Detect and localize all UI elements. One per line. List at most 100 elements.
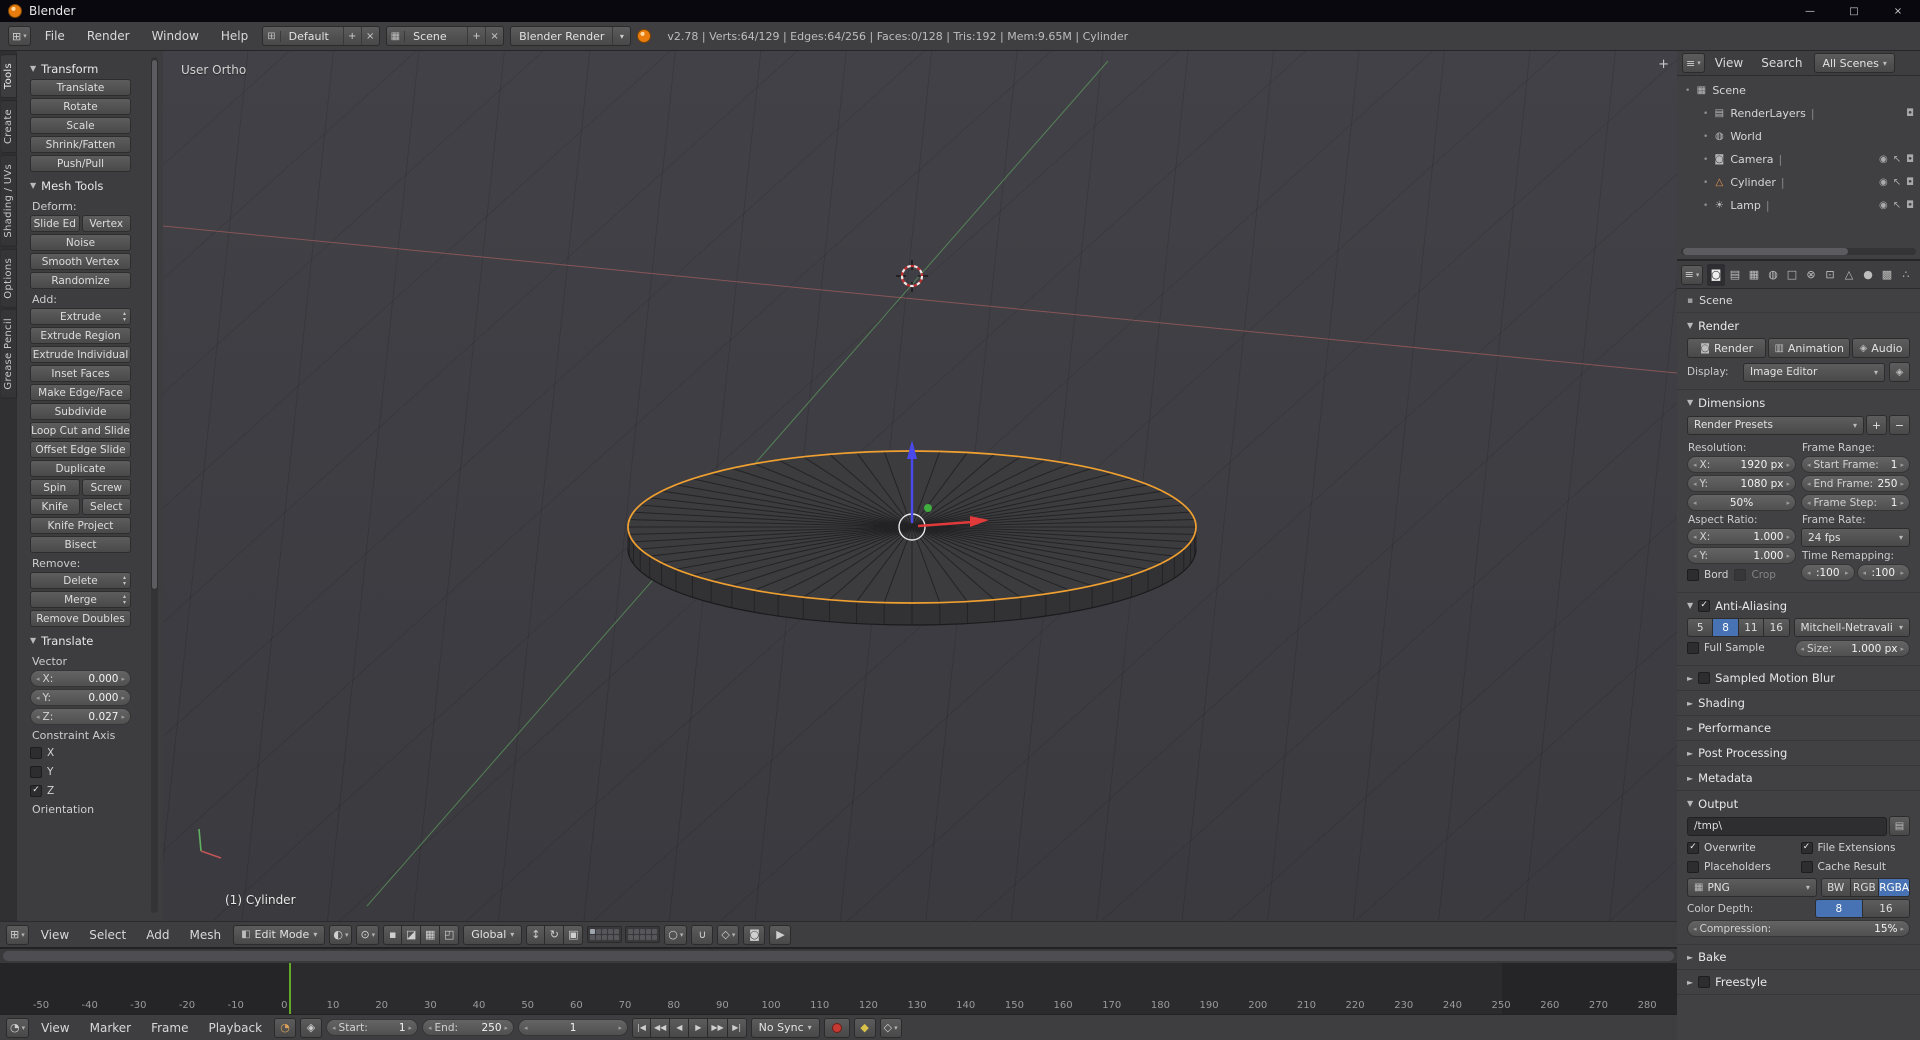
decrement-icon[interactable]: ◂ [1693,461,1697,469]
outliner-row-lamp[interactable]: • ☀ Lamp | ◉ ↖ ◘ [1677,194,1920,217]
tool-tab-create[interactable]: Create [1,100,17,154]
select-button[interactable]: Select [81,498,131,515]
render-toggle-icon[interactable]: ◘ [1906,177,1914,188]
audio-button[interactable]: ◈ Audio [1852,338,1910,358]
decrement-icon[interactable]: ◂ [332,1024,336,1032]
merge-menu-button[interactable]: Merge ▴ ▾ [30,591,131,608]
decrement-icon[interactable]: ◂ [36,694,40,702]
color-depth-8-button[interactable]: 8 [1814,899,1863,918]
opengl-render-anim-button[interactable]: ▶ [769,924,792,945]
remove-doubles-button[interactable]: Remove Doubles [30,610,131,627]
properties-tab-particles[interactable]: ∴ [1897,264,1915,286]
remove-preset-button[interactable]: − [1889,415,1910,435]
increment-icon[interactable]: ▸ [1900,645,1904,653]
maximize-button[interactable]: □ [1832,0,1876,22]
increment-icon[interactable]: ▸ [1900,569,1904,577]
increment-icon[interactable]: ▸ [121,675,125,683]
next-keyframe-button[interactable]: ▶▶ [708,1017,728,1038]
display-extra-button[interactable]: ◈ [1889,362,1910,382]
expand-dot-icon[interactable]: • [1703,132,1708,142]
resolution-scale-slider[interactable]: ◂ 50% ▸ [1687,494,1796,511]
inset-faces-button[interactable]: Inset Faces [30,365,131,382]
decrement-icon[interactable]: ◂ [1693,552,1697,560]
properties-tab-constraints[interactable]: ⊗ [1802,264,1820,286]
aspect-x-field[interactable]: ◂ X: 1.000 ▸ [1687,528,1796,545]
vertex-button[interactable]: Vertex [81,215,131,232]
browse-folder-button[interactable]: ▤ [1889,816,1910,836]
spin-button[interactable]: Spin [30,479,80,496]
decrement-icon[interactable]: ◂ [36,675,40,683]
extrude-individual-button[interactable]: Extrude Individual [30,346,131,363]
render-toggle-icon[interactable]: ◘ [1906,108,1914,119]
compression-slider[interactable]: ◂ Compression: 15% ▸ [1687,920,1910,937]
minimize-button[interactable]: — [1788,0,1832,22]
color-mode-rgba-button[interactable]: RGBA [1879,878,1911,897]
decrement-icon[interactable]: ◂ [36,713,40,721]
antialiasing-checkbox[interactable]: ✓ [1698,599,1711,612]
mesh-tools-panel-header[interactable]: ▼ Mesh Tools [30,175,131,196]
select-toggle-icon[interactable]: ↖ [1893,154,1901,165]
color-mode-rgb-button[interactable]: RGB [1850,878,1880,897]
increment-icon[interactable]: ▸ [619,1024,623,1032]
editor-type-button[interactable]: ⊞ ▾ [6,924,29,945]
decrement-icon[interactable]: ◂ [1801,645,1805,653]
layer-toggle[interactable] [590,929,596,934]
properties-tab-texture[interactable]: ▩ [1878,264,1896,286]
crop-checkbox[interactable]: Crop [1734,566,1776,583]
layer-toggle[interactable] [602,929,608,934]
eye-toggle-icon[interactable]: ◉ [1879,154,1888,165]
info-editor-type-button[interactable]: ⊞ ▾ [8,26,31,46]
file-extensions-checkbox[interactable]: ✓ File Extensions [1800,839,1911,856]
properties-tab-scene[interactable]: ▦ [1745,264,1763,286]
start-frame-field[interactable]: ◂ Start: 1 ▸ [326,1019,419,1036]
frame-rate-select[interactable]: 24 fps ▾ [1801,528,1910,547]
timeline-ruler[interactable]: -50 -40 -30 -20 -10 0 10 20 30 40 50 60 70 80 90 100 110… [0,963,1677,1014]
layer-toggle[interactable] [596,935,602,940]
render-button[interactable]: ◙ Render [1687,338,1767,358]
properties-editor-type-button[interactable]: ≡ ▾ [1681,264,1703,285]
manipulator-translate-button[interactable]: ↕ [526,924,546,945]
border-checkbox[interactable]: Bord [1687,566,1728,583]
layer-toggle[interactable] [628,935,634,940]
file-format-select[interactable]: ▦ PNG ▾ [1687,878,1817,897]
opengl-render-button[interactable]: ◙ [743,924,766,945]
randomize-button[interactable]: Randomize [30,272,131,289]
constraint-z-checkbox[interactable]: ✓ Z [30,782,131,799]
frame-step-field[interactable]: ◂ Frame Step: 1 ▸ [1801,494,1910,511]
select-toggle-icon[interactable]: ↖ [1893,177,1901,188]
eye-toggle-icon[interactable]: ◉ [1879,177,1888,188]
delete-scene-button[interactable]: × [485,27,503,45]
outliner-scrollbar[interactable] [1681,248,1916,255]
properties-tab-data[interactable]: △ [1840,264,1858,286]
properties-tab-render[interactable]: ◙ [1707,263,1725,286]
decrement-icon[interactable]: ◂ [428,1024,432,1032]
extrude-menu-button[interactable]: Extrude ▴ ▾ [30,308,131,325]
render-toggle-icon[interactable]: ◘ [1906,154,1914,165]
properties-tab-modifiers[interactable]: ⊡ [1821,264,1839,286]
menu-mesh[interactable]: Mesh [181,925,229,945]
menu-window[interactable]: Window [144,26,207,46]
decrement-icon[interactable]: ◂ [1693,533,1697,541]
make-edge-face-button[interactable]: Make Edge/Face [30,384,131,401]
sampled-motion-blur-checkbox[interactable] [1698,672,1711,684]
layer-toggle[interactable] [652,935,658,940]
increment-icon[interactable]: ▸ [1786,461,1790,469]
viewport-canvas[interactable]: User Ortho (1) Cylinder + [163,51,1677,921]
aa-samples-16-button[interactable]: 16 [1764,618,1790,637]
increment-icon[interactable]: ▸ [1900,925,1904,933]
menu-view[interactable]: View [1707,53,1751,73]
decrement-icon[interactable]: ◂ [1693,925,1697,933]
increment-icon[interactable]: ▸ [1786,533,1790,541]
edge-select-button[interactable]: ◪ [402,924,422,945]
antialiasing-panel-header[interactable]: ▼ ✓ Anti-Aliasing [1687,595,1910,616]
outliner-row-scene[interactable]: • ▦ Scene [1677,79,1920,102]
manipulator-scale-button[interactable]: ▣ [564,924,584,945]
layer-toggle[interactable] [590,935,596,940]
increment-icon[interactable]: ▸ [1845,569,1849,577]
expand-dot-icon[interactable]: • [1703,109,1708,119]
constraint-y-checkbox[interactable]: Y [30,763,131,780]
menu-help[interactable]: Help [213,26,256,46]
outliner-editor-type-button[interactable]: ≡ ▾ [1682,53,1705,73]
snap-element-select[interactable]: ◇ ▾ [717,924,740,945]
previous-keyframe-button[interactable]: ◀◀ [651,1017,671,1038]
